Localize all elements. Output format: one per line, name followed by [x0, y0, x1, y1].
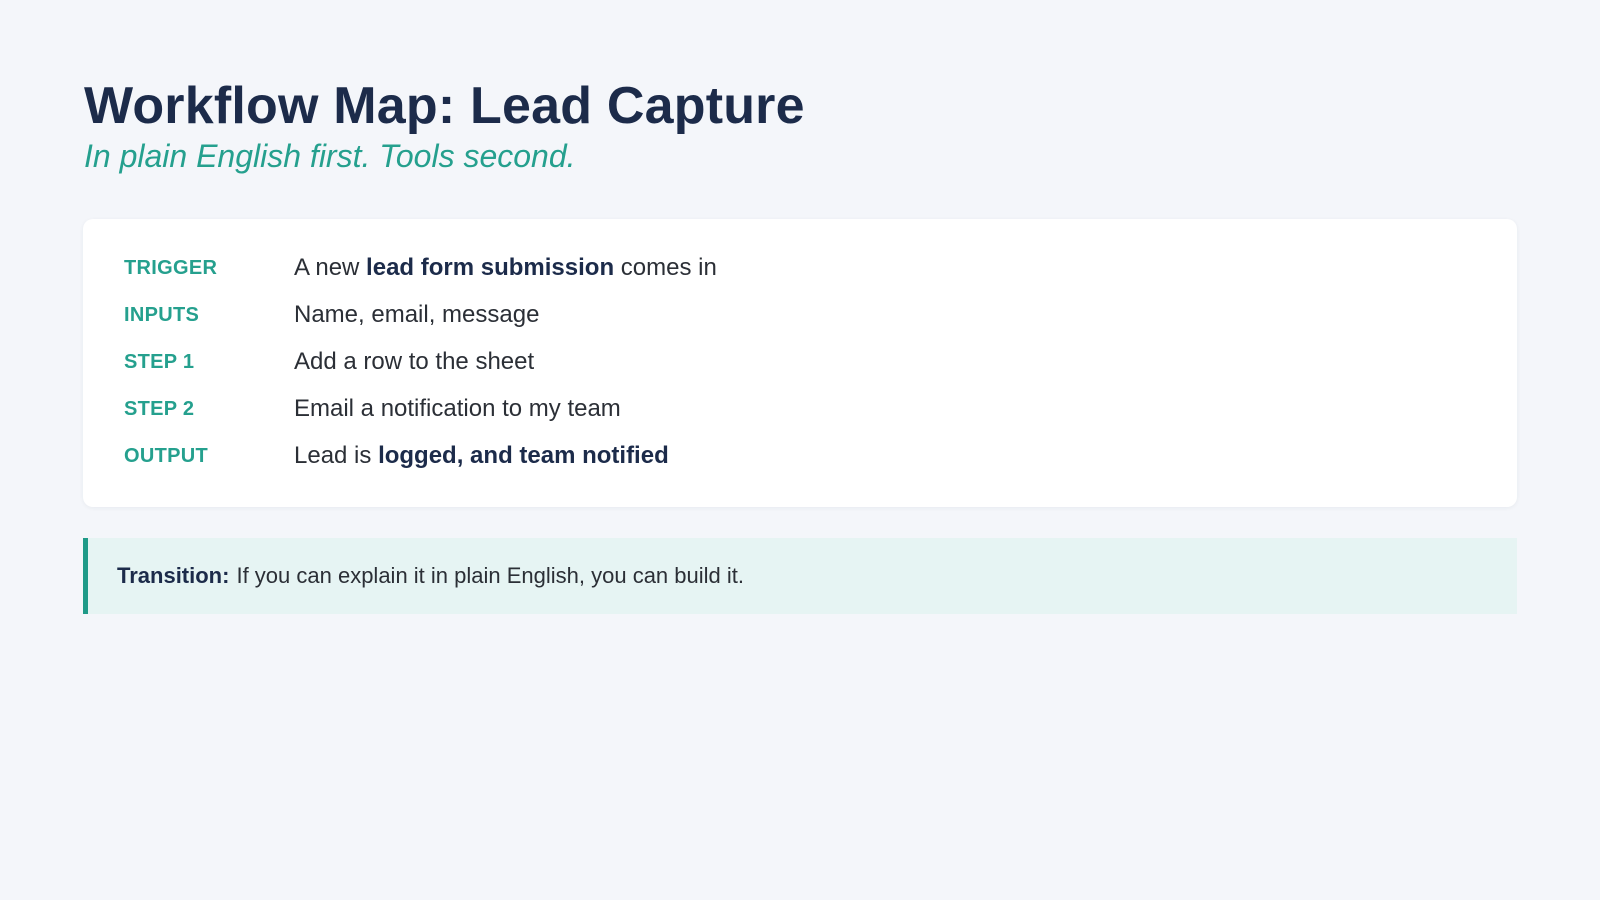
workflow-row-step-2: STEP 2 Email a notification to my team	[124, 394, 621, 424]
slide: Workflow Map: Lead Capture In plain Engl…	[83, 76, 1517, 614]
row-value-emphasis: lead form submission	[366, 254, 615, 281]
row-value: A new lead form submission comes in	[294, 254, 717, 282]
workflow-row-step-1: STEP 1 Add a row to the sheet	[124, 347, 534, 377]
row-value-emphasis: logged, and team notified	[378, 442, 669, 469]
row-value: Lead is logged, and team notified	[294, 442, 669, 470]
callout-label: Transition:	[117, 563, 230, 588]
row-value-text: A new	[294, 254, 367, 281]
workflow-row-trigger: TRIGGER A new lead form submission comes…	[124, 253, 717, 283]
row-label: TRIGGER	[124, 256, 218, 279]
transition-callout: Transition: If you can explain it in pla…	[83, 538, 1517, 614]
row-value: Add a row to the sheet	[294, 348, 534, 376]
page-subtitle: In plain English first. Tools second.	[84, 138, 576, 174]
row-label: INPUTS	[124, 303, 200, 326]
row-value: Email a notification to my team	[294, 395, 621, 423]
row-label: STEP 2	[124, 397, 195, 420]
row-label: STEP 1	[124, 350, 195, 373]
row-label: OUTPUT	[124, 444, 209, 467]
row-value-text: Lead is	[294, 442, 379, 469]
row-value-text: comes in	[614, 254, 717, 281]
row-value-text: Name, email, message	[294, 301, 540, 328]
row-value-text: Email a notification to my team	[294, 395, 621, 422]
workflow-card: TRIGGER A new lead form submission comes…	[83, 219, 1517, 507]
workflow-row-inputs: INPUTS Name, email, message	[124, 300, 539, 330]
row-value: Name, email, message	[294, 301, 539, 329]
page-title: Workflow Map: Lead Capture	[84, 77, 805, 135]
workflow-row-output: OUTPUT Lead is logged, and team notified	[124, 441, 669, 471]
row-value-text: Add a row to the sheet	[294, 348, 535, 375]
callout-text: If you can explain it in plain English, …	[236, 563, 744, 588]
